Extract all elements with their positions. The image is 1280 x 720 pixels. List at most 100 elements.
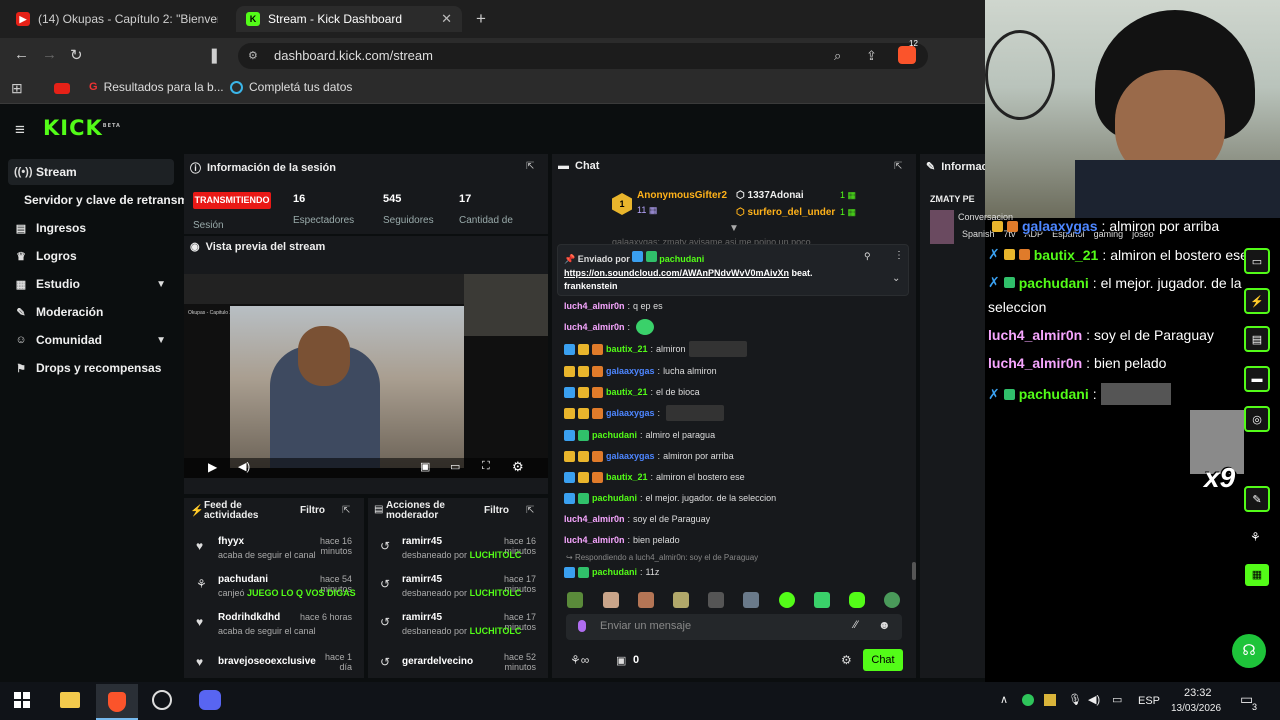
gifter-name[interactable]: surfero_del_under [748, 207, 836, 218]
sidebar-item-moderacion[interactable]: ✎ Moderación [8, 299, 174, 325]
sidebar-item-drops[interactable]: ⚑ Drops y recompensas [8, 355, 174, 381]
pinned-user[interactable]: pachudani [659, 254, 704, 264]
expand-icon[interactable]: ⇱ [526, 161, 534, 172]
sidebar-item-logros[interactable]: ♛ Logros [8, 243, 174, 269]
expand-icon[interactable]: ⇱ [894, 161, 902, 172]
gifter-name[interactable]: 1337Adonai [748, 190, 804, 201]
feed-user[interactable]: Rodrihdkdhd [218, 612, 280, 623]
forward-icon[interactable]: → [42, 46, 57, 63]
menu-icon[interactable]: ≡ [15, 120, 25, 140]
new-tab-button[interactable]: + [476, 9, 486, 29]
overlay-dock-button[interactable]: ▭ [1244, 248, 1270, 274]
tray-app-icon[interactable] [1044, 694, 1056, 706]
site-settings-icon[interactable]: ⚙ [248, 43, 258, 69]
reload-icon[interactable]: ↻ [70, 46, 83, 64]
send-chat-button[interactable]: Chat [863, 649, 903, 671]
chat-user[interactable]: galaaxygas [606, 451, 655, 461]
headset-button[interactable]: ☊ [1232, 634, 1266, 668]
fullscreen-icon[interactable]: ⛶ [482, 460, 490, 473]
microphone-icon[interactable] [578, 620, 586, 632]
expand-icon[interactable]: ⇱ [526, 505, 534, 516]
chevron-down-icon[interactable]: ⌄ [892, 273, 900, 284]
chat-user[interactable]: luch4_almir0n [564, 301, 625, 311]
emote-icon[interactable] [708, 592, 724, 608]
sidebar-item-comunidad[interactable]: ☺ Comunidad ▼ [8, 327, 174, 353]
mod-target[interactable]: gerardelvecino [402, 656, 473, 667]
kick-logo[interactable]: KICKBETA [43, 116, 121, 140]
sidebar-item-server-key[interactable]: Servidor y clave de retransm [18, 187, 188, 213]
mod-target[interactable]: ramirr45 [402, 574, 442, 585]
feed-user[interactable]: pachudani [218, 574, 268, 585]
microphone-icon[interactable]: 🎙 [1068, 693, 1082, 706]
clapper-icon[interactable]: ▦ [1245, 564, 1269, 586]
chat-input[interactable]: Enviar un mensaje ⁄⁄ ☻ [566, 614, 902, 640]
emote-icon[interactable] [849, 592, 865, 608]
feed-user[interactable]: fhyyx [218, 536, 244, 547]
overlay-dock-button[interactable]: ◎ [1244, 406, 1270, 432]
emote-icon[interactable] [884, 592, 900, 608]
chat-user[interactable]: galaaxygas [606, 366, 655, 376]
overlay-dock-button[interactable]: ⚡ [1244, 288, 1270, 314]
gear-icon[interactable]: ⚙ [841, 653, 852, 667]
close-tab-icon[interactable]: ✕ [441, 11, 452, 27]
mod-filter-button[interactable]: Filtro [484, 505, 509, 516]
collapse-icon[interactable]: ▼ [729, 223, 739, 234]
gifter-name[interactable]: AnonymousGifter2 [637, 190, 727, 201]
windows-start-icon[interactable] [14, 692, 30, 708]
pip-icon[interactable]: ▣ [420, 460, 430, 473]
back-icon[interactable]: ← [14, 46, 29, 63]
points-icon[interactable]: ⚘∞ [570, 653, 589, 667]
emote-icon[interactable] [779, 592, 795, 608]
bookmark-resultados[interactable]: G Resultados para la b... [89, 80, 224, 94]
tray-app-icon[interactable] [1022, 694, 1034, 706]
tab-kick-dashboard[interactable]: K Stream - Kick Dashboard ✕ [236, 6, 462, 32]
volume-icon[interactable]: ◀) [1088, 693, 1100, 706]
stream-preview-video[interactable]: Okupas - Capitulo 2 ▶ ◀) ▣ ▭ ⛶ ⚙ [184, 274, 548, 478]
taskbar-brave-active[interactable] [96, 684, 138, 720]
more-options-icon[interactable]: ⋮ [894, 250, 904, 261]
emote-icon[interactable] [603, 592, 619, 608]
bookmark-completa[interactable]: Completá tus datos [230, 80, 352, 94]
chat-user[interactable]: luch4_almir0n [564, 514, 625, 524]
gift-icon[interactable]: ▣ [616, 654, 626, 667]
youtube-bookmark-icon[interactable] [54, 83, 70, 94]
feed-user[interactable]: bravejoseoexclusive [218, 656, 316, 667]
emoji-icon[interactable]: ☻ [878, 618, 891, 632]
sidebar-item-estudio[interactable]: ▦ Estudio ▼ [8, 271, 174, 297]
chat-user[interactable]: galaaxygas [606, 408, 655, 418]
emote-icon[interactable] [673, 592, 689, 608]
address-bar[interactable]: ⚙ dashboard.kick.com/stream ⌕ ⇪ 12 [238, 39, 928, 69]
overlay-dock-button[interactable]: ▤ [1244, 326, 1270, 352]
pinned-link[interactable]: https://on.soundcloud.com/AWAnPNdvWvV0mA… [564, 268, 789, 278]
tag[interactable]: Spanish [962, 229, 995, 239]
emote-icon[interactable] [814, 592, 830, 608]
network-icon[interactable]: ▭ [1112, 693, 1122, 706]
mod-target[interactable]: ramirr45 [402, 612, 442, 623]
chat-user[interactable]: bautix_21 [606, 387, 648, 397]
emote-icon[interactable] [638, 592, 654, 608]
chat-user[interactable]: pachudani [592, 493, 637, 503]
pin-icon[interactable]: ⚲ [864, 251, 871, 262]
theater-icon[interactable]: ▭ [450, 460, 460, 473]
clock-time[interactable]: 23:32 [1184, 687, 1212, 699]
sidebar-item-stream[interactable]: ((•)) Stream [8, 159, 174, 185]
discord-icon[interactable] [199, 690, 221, 710]
volume-icon[interactable]: ◀) [238, 460, 250, 473]
bookmark-icon[interactable]: ❚ [208, 46, 221, 64]
chat-user[interactable]: bautix_21 [606, 344, 648, 354]
overlay-dock-button[interactable]: ✎ [1244, 486, 1270, 512]
sidebar-item-ingresos[interactable]: ▤ Ingresos [8, 215, 174, 241]
language-indicator[interactable]: ESP [1138, 695, 1160, 707]
zoom-icon[interactable]: ⌕ [834, 43, 841, 69]
emote-icon[interactable] [567, 592, 583, 608]
feed-filter-button[interactable]: Filtro [300, 505, 325, 516]
tab-okupas[interactable]: ▶ (14) Okupas - Capítulo 2: "Bienvenid [6, 6, 234, 32]
overlay-dock-button[interactable]: ▬ [1244, 366, 1270, 392]
chat-scrollbar[interactable] [912, 562, 916, 580]
share-icon[interactable]: ⇪ [866, 43, 877, 69]
file-explorer-icon[interactable] [60, 692, 80, 708]
chat-user[interactable]: bautix_21 [606, 472, 648, 482]
chat-user[interactable]: luch4_almir0n [564, 535, 625, 545]
commands-icon[interactable]: ⁄⁄ [854, 619, 858, 631]
chat-user[interactable]: luch4_almir0n [564, 322, 625, 332]
